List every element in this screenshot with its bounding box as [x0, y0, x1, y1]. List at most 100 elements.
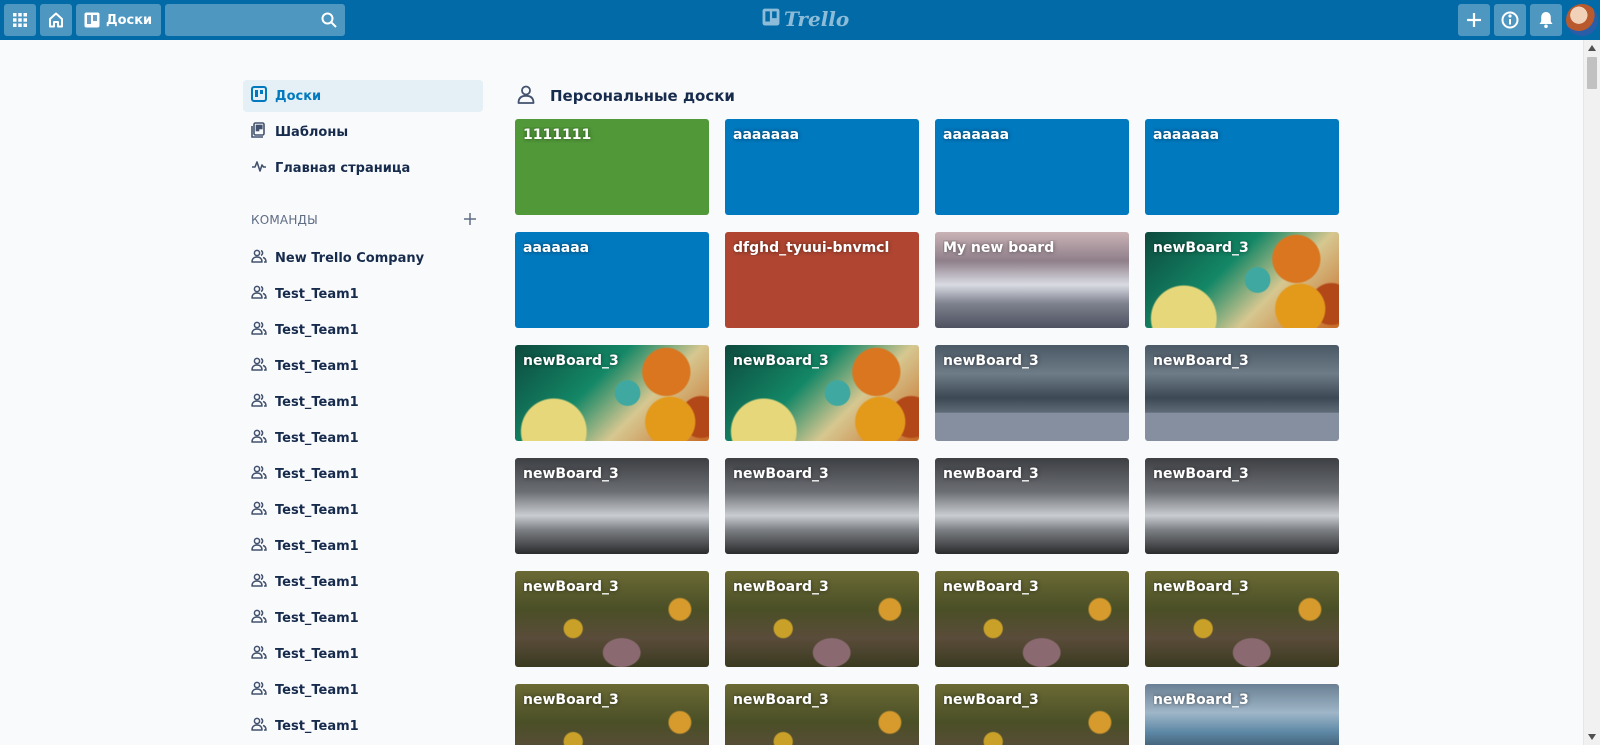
- board-tile[interactable]: newBoard_3: [1145, 684, 1339, 745]
- team-icon: [251, 716, 267, 736]
- page-scrollbar[interactable]: [1583, 40, 1600, 745]
- sidebar-team-item[interactable]: Test_Team1: [243, 456, 483, 492]
- sidebar-team-item[interactable]: New Trello Company: [243, 240, 483, 276]
- board-title: newBoard_3: [523, 353, 619, 369]
- add-team-button[interactable]: [463, 212, 477, 229]
- person-icon: [516, 84, 536, 108]
- search-input[interactable]: [165, 4, 345, 36]
- board-tile[interactable]: newBoard_3: [725, 571, 919, 667]
- sidebar-item-label: Доски: [275, 88, 322, 104]
- scroll-down-arrow[interactable]: [1584, 729, 1600, 745]
- board-title: newBoard_3: [523, 466, 619, 482]
- board-tile[interactable]: newBoard_3: [515, 684, 709, 745]
- trello-logo[interactable]: Trello: [762, 7, 849, 31]
- team-label: New Trello Company: [275, 250, 425, 266]
- board-title: newBoard_3: [943, 353, 1039, 369]
- board-tile[interactable]: aaaaaaa: [935, 119, 1129, 215]
- board-title: newBoard_3: [1153, 692, 1249, 708]
- board-tile[interactable]: 1111111: [515, 119, 709, 215]
- board-tile[interactable]: newBoard_3: [935, 458, 1129, 554]
- sidebar-team-item[interactable]: Test_Team1: [243, 348, 483, 384]
- boards-grid: 1111111 aaaaaaa aaaaaaa aaaaaaa aaaaaaa dfghd…: [515, 119, 1341, 745]
- board-title: newBoard_3: [1153, 579, 1249, 595]
- teams-heading-label: КОМАНДЫ: [251, 213, 318, 227]
- board-tile[interactable]: My new board: [935, 232, 1129, 328]
- trello-logo-icon: [762, 7, 780, 31]
- board-tile[interactable]: newBoard_3: [1145, 571, 1339, 667]
- board-tile[interactable]: newBoard_3: [725, 684, 919, 745]
- home-icon: [47, 11, 65, 29]
- board-title: aaaaaaa: [523, 240, 590, 256]
- sidebar-team-item[interactable]: Test_Team1: [243, 636, 483, 672]
- team-label: Test_Team1: [275, 538, 359, 554]
- team-icon: [251, 644, 267, 664]
- sidebar-team-item[interactable]: Test_Team1: [243, 564, 483, 600]
- board-title: newBoard_3: [523, 692, 619, 708]
- scroll-up-arrow[interactable]: [1584, 40, 1600, 56]
- sidebar-team-item[interactable]: Test_Team1: [243, 420, 483, 456]
- board-title: 1111111: [523, 127, 592, 143]
- sidebar-item-home[interactable]: Главная страница: [243, 152, 483, 184]
- board-title: newBoard_3: [733, 466, 829, 482]
- team-icon: [251, 356, 267, 376]
- board-title: newBoard_3: [1153, 240, 1249, 256]
- board-title: newBoard_3: [943, 579, 1039, 595]
- board-tile[interactable]: newBoard_3: [725, 345, 919, 441]
- board-tile[interactable]: newBoard_3: [515, 458, 709, 554]
- board-tile[interactable]: newBoard_3: [935, 571, 1129, 667]
- team-icon: [251, 500, 267, 520]
- plus-icon: [1465, 11, 1483, 29]
- boards-menu-button[interactable]: Доски: [76, 4, 161, 36]
- sidebar-team-item[interactable]: Test_Team1: [243, 600, 483, 636]
- sidebar-team-item[interactable]: Test_Team1: [243, 708, 483, 744]
- board-tile[interactable]: newBoard_3: [515, 345, 709, 441]
- board-tile[interactable]: dfghd_tyuui-bnvmcl: [725, 232, 919, 328]
- search-icon[interactable]: [321, 12, 337, 32]
- sidebar-team-item[interactable]: Test_Team1: [243, 276, 483, 312]
- board-tile[interactable]: newBoard_3: [1145, 345, 1339, 441]
- sidebar-team-item[interactable]: Test_Team1: [243, 312, 483, 348]
- apps-button[interactable]: [4, 4, 36, 36]
- board-tile[interactable]: newBoard_3: [935, 345, 1129, 441]
- sidebar-team-item[interactable]: Test_Team1: [243, 492, 483, 528]
- board-title: newBoard_3: [943, 692, 1039, 708]
- board-icon: [84, 12, 100, 28]
- board-tile[interactable]: newBoard_3: [935, 684, 1129, 745]
- board-tile[interactable]: newBoard_3: [515, 571, 709, 667]
- search-box[interactable]: [165, 4, 345, 36]
- team-label: Test_Team1: [275, 574, 359, 590]
- section-title: Персональные доски: [550, 87, 735, 105]
- team-label: Test_Team1: [275, 394, 359, 410]
- home-button[interactable]: [40, 4, 72, 36]
- board-tile[interactable]: newBoard_3: [1145, 458, 1339, 554]
- create-button[interactable]: [1458, 4, 1490, 36]
- scroll-thumb[interactable]: [1587, 57, 1597, 89]
- notifications-button[interactable]: [1530, 4, 1562, 36]
- team-label: Test_Team1: [275, 502, 359, 518]
- sidebar-team-item[interactable]: Test_Team1: [243, 384, 483, 420]
- board-title: aaaaaaa: [1153, 127, 1220, 143]
- boards-menu-label: Доски: [106, 12, 153, 28]
- team-label: Test_Team1: [275, 358, 359, 374]
- sidebar-item-boards[interactable]: Доски: [243, 80, 483, 112]
- sidebar-team-item[interactable]: Test_Team1: [243, 672, 483, 708]
- board-tile[interactable]: aaaaaaa: [1145, 119, 1339, 215]
- avatar[interactable]: [1566, 4, 1598, 36]
- team-icon: [251, 284, 267, 304]
- team-icon: [251, 572, 267, 592]
- board-tile[interactable]: aaaaaaa: [515, 232, 709, 328]
- team-label: Test_Team1: [275, 646, 359, 662]
- template-icon: [251, 122, 267, 142]
- sidebar-item-templates[interactable]: Шаблоны: [243, 116, 483, 148]
- team-icon: [251, 248, 267, 268]
- board-title: newBoard_3: [943, 466, 1039, 482]
- team-label: Test_Team1: [275, 286, 359, 302]
- sidebar-team-item[interactable]: Test_Team1: [243, 528, 483, 564]
- teams-heading: КОМАНДЫ: [243, 208, 483, 232]
- board-tile[interactable]: aaaaaaa: [725, 119, 919, 215]
- board-tile[interactable]: newBoard_3: [1145, 232, 1339, 328]
- board-tile[interactable]: newBoard_3: [725, 458, 919, 554]
- info-button[interactable]: [1494, 4, 1526, 36]
- sidebar-item-label: Шаблоны: [275, 124, 349, 140]
- board-title: newBoard_3: [733, 692, 829, 708]
